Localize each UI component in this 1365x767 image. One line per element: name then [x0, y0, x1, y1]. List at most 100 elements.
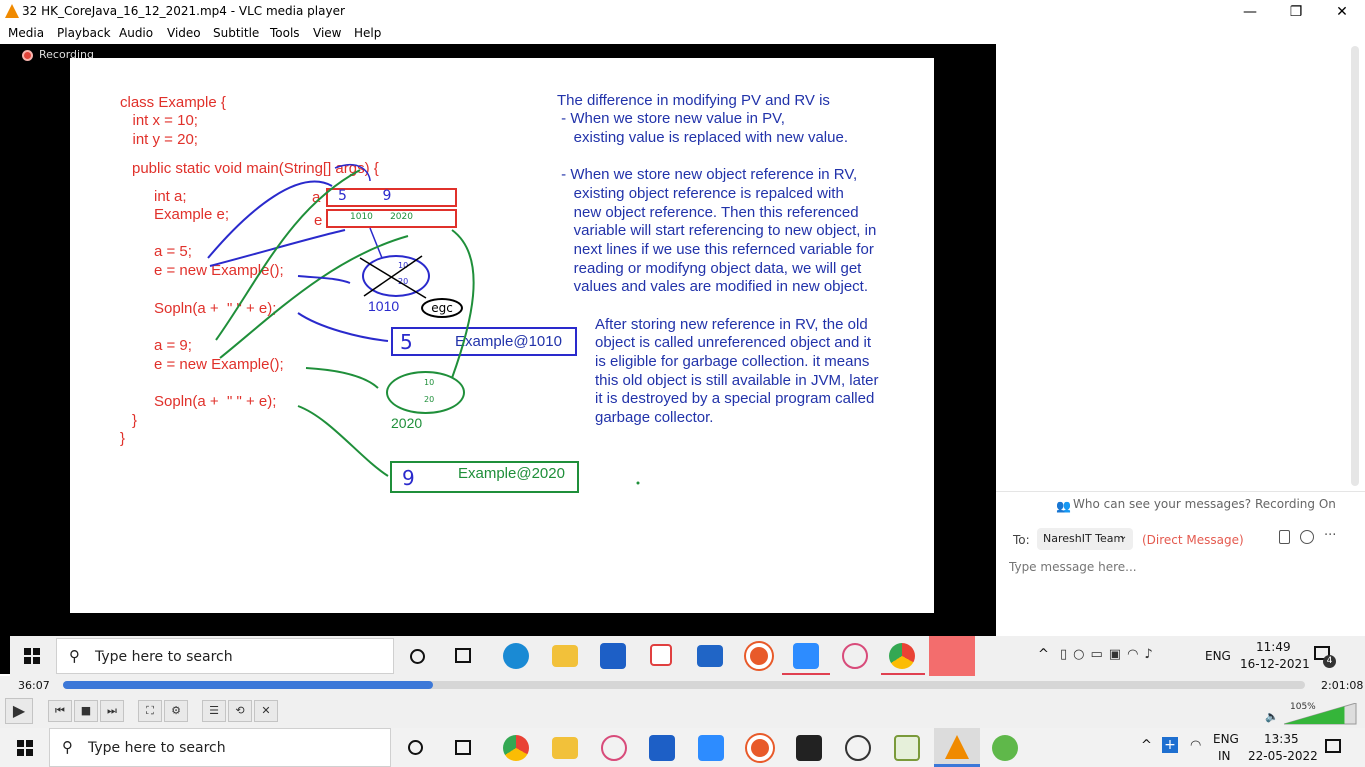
record-icon[interactable]: [746, 643, 772, 669]
seek-bar-fill: [63, 681, 434, 689]
bluetooth-plus-icon[interactable]: +: [1162, 737, 1178, 753]
store-icon[interactable]: [649, 735, 675, 761]
search-icon: ⚲: [69, 647, 80, 665]
search-icon: ⚲: [62, 738, 73, 756]
previous-button[interactable]: ⏮: [48, 700, 72, 722]
chevron-down-icon: ⌄: [1119, 531, 1128, 542]
vlc-cone-icon: [945, 735, 969, 759]
menu-audio[interactable]: Audio: [119, 26, 153, 40]
recipient-name: NareshIT Team: [1043, 532, 1125, 545]
note-line: it is destroyed by a special program cal…: [595, 390, 875, 407]
note-line: new object reference. Then this referenc…: [557, 204, 859, 221]
outer-taskbar: ⚲ Type here to search ^ + ◠ ENG IN 13:35…: [0, 728, 1365, 767]
chat-panel: 👥 Who can see your messages? Recording O…: [996, 44, 1365, 636]
zoom-icon[interactable]: [698, 735, 724, 761]
inner-date[interactable]: 16-12-2021: [1240, 657, 1310, 671]
note-line: After storing new reference in RV, the o…: [595, 316, 868, 333]
play-button[interactable]: ▶: [5, 698, 33, 724]
vlc-controls: 36:07 2:01:08 ▶ ⏮ ■ ⏭ ⛶ ⚙ ☰ ⟲ ✕ 🔈 105%: [0, 676, 1365, 728]
wifi-icon[interactable]: ◠: [1190, 738, 1201, 753]
file-explorer-icon[interactable]: [552, 645, 578, 667]
message-input[interactable]: [1009, 556, 1349, 578]
gift-icon[interactable]: [650, 644, 672, 666]
fullscreen-button[interactable]: ⛶: [138, 700, 162, 722]
chrome-profile-icon[interactable]: [503, 735, 529, 761]
minimize-button[interactable]: —: [1227, 0, 1273, 24]
file-explorer-icon[interactable]: [552, 737, 578, 759]
cortana-icon[interactable]: [410, 649, 425, 664]
elapsed-time[interactable]: 36:07: [18, 679, 50, 692]
note-line: reading or modifyng object data, we will…: [557, 260, 862, 277]
windows-start-icon[interactable]: [24, 648, 40, 664]
mail-icon[interactable]: [697, 645, 723, 667]
menu-subtitle[interactable]: Subtitle: [213, 26, 259, 40]
volume-slider[interactable]: [1284, 703, 1360, 725]
chrome-icon[interactable]: [889, 643, 915, 669]
windows-start-icon[interactable]: [17, 740, 33, 756]
inner-time[interactable]: 11:49: [1256, 640, 1291, 654]
snipping-icon[interactable]: [842, 643, 868, 669]
stop-button[interactable]: ■: [74, 700, 98, 722]
next-button[interactable]: ⏭: [100, 700, 124, 722]
yandex-icon[interactable]: [845, 735, 871, 761]
chat-visibility[interactable]: Who can see your messages? Recording On: [1073, 497, 1336, 511]
menu-view[interactable]: View: [313, 26, 341, 40]
chrome-active-indicator: [881, 673, 925, 675]
menu-media[interactable]: Media: [8, 26, 44, 40]
chart-app-icon[interactable]: [894, 735, 920, 761]
extended-settings-button[interactable]: ⚙: [164, 700, 188, 722]
edge-icon[interactable]: [503, 643, 529, 669]
playlist-button[interactable]: ☰: [202, 700, 226, 722]
window-title: 32 HK_CoreJava_16_12_2021.mp4 - VLC medi…: [22, 4, 345, 18]
scrollbar[interactable]: [1351, 46, 1359, 486]
cortana-icon[interactable]: [408, 740, 423, 755]
menu-video[interactable]: Video: [167, 26, 201, 40]
speaker-icon[interactable]: 🔈: [1265, 710, 1279, 723]
shuffle-button[interactable]: ✕: [254, 700, 278, 722]
notification-icon[interactable]: [1325, 739, 1341, 753]
outer-lang[interactable]: ENG: [1213, 732, 1239, 746]
taskbar-search-box[interactable]: ⚲ Type here to search: [56, 638, 394, 674]
task-view-icon[interactable]: [455, 740, 471, 755]
inner-taskbar: ⚲ Type here to search ^ ▯○▭▣◠♪ ENG 11:49…: [10, 636, 1365, 676]
inner-lang[interactable]: ENG: [1205, 649, 1231, 663]
recipient-select[interactable]: NareshIT Team ⌄: [1037, 528, 1133, 550]
vlc-taskbar-button[interactable]: [934, 728, 980, 767]
taskbar-search-box[interactable]: ⚲ Type here to search: [49, 728, 391, 767]
to-label: To:: [1013, 533, 1030, 547]
menu-help[interactable]: Help: [354, 26, 381, 40]
more-icon[interactable]: ···: [1324, 528, 1336, 543]
note-line: object is called unreferenced object and…: [595, 334, 872, 351]
people-icon: 👥: [1056, 499, 1071, 513]
record-icon[interactable]: [747, 735, 773, 761]
loop-button[interactable]: ⟲: [228, 700, 252, 722]
title-bar: 32 HK_CoreJava_16_12_2021.mp4 - VLC medi…: [0, 0, 1365, 24]
snipping-icon[interactable]: [601, 735, 627, 761]
sticky-notes-icon[interactable]: [796, 735, 822, 761]
note-line: - When we store new object reference in …: [557, 166, 858, 183]
menu-tools[interactable]: Tools: [270, 26, 300, 40]
tray-icons[interactable]: ▯○▭▣◠♪: [1060, 647, 1159, 662]
menu-playback[interactable]: Playback: [57, 26, 111, 40]
store-icon[interactable]: [600, 643, 626, 669]
zoom-icon[interactable]: [793, 643, 819, 669]
outer-time[interactable]: 13:35: [1264, 732, 1299, 746]
file-icon[interactable]: [1279, 530, 1290, 544]
seek-bar[interactable]: [63, 681, 1305, 689]
note-line: - When we store new value in PV,: [557, 110, 785, 127]
outer-date[interactable]: 22-05-2022: [1248, 749, 1318, 763]
task-view-icon[interactable]: [455, 648, 471, 663]
emoji-icon[interactable]: [1300, 530, 1314, 544]
menu-bar: Media Playback Audio Video Subtitle Tool…: [0, 24, 1365, 44]
note-line: this old object is still available in JV…: [595, 372, 879, 389]
outer-region[interactable]: IN: [1218, 749, 1231, 763]
camera-app-icon[interactable]: [929, 636, 975, 676]
tray-chevron-icon[interactable]: ^: [1038, 647, 1049, 662]
close-button[interactable]: ✕: [1319, 0, 1365, 24]
restore-button[interactable]: ❐: [1273, 0, 1319, 24]
zoom-active-indicator: [782, 673, 830, 675]
note-line: variable will start referencing to new o…: [557, 222, 877, 239]
tray-chevron-icon[interactable]: ^: [1141, 738, 1152, 753]
leaf-app-icon[interactable]: [992, 735, 1018, 761]
note-line: is eligible for garbage collection. it m…: [595, 353, 870, 370]
